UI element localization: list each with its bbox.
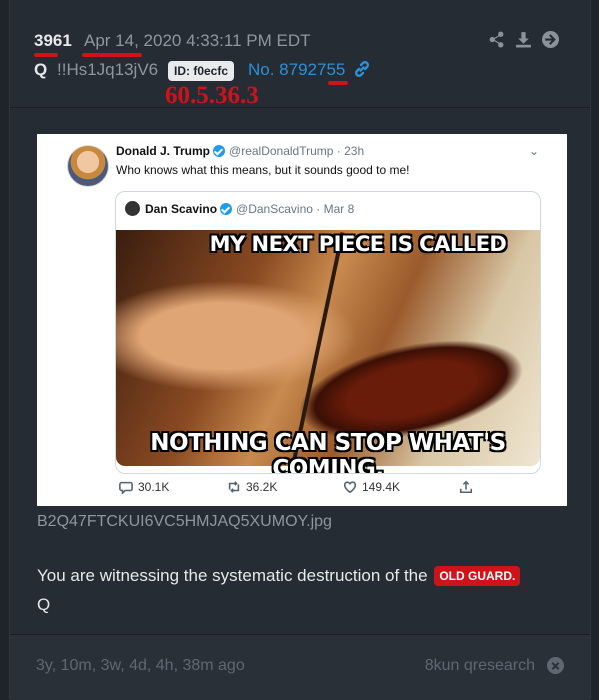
post-number[interactable]: 3961 bbox=[34, 31, 72, 51]
post-signature: Q bbox=[37, 595, 51, 614]
reply-stat: 30.1K bbox=[119, 480, 227, 494]
annotation-underline bbox=[34, 53, 58, 57]
avatar bbox=[67, 145, 109, 187]
post-footer: 3y, 10m, 3w, 4d, 4h, 38m ago 8kun qresea… bbox=[10, 634, 590, 700]
tweet-handle: @realDonaldTrump · 23h bbox=[229, 144, 365, 158]
share-icon[interactable] bbox=[487, 30, 506, 49]
quoted-tweet-author: Dan Scavino @DanScavino · Mar 8 bbox=[125, 201, 354, 216]
annotation-underline bbox=[328, 81, 348, 85]
post-message: You are witnessing the systematic destru… bbox=[37, 566, 521, 586]
tweet-stats: 30.1K 36.2K 149.4K bbox=[119, 480, 519, 494]
message-text: You are witnessing the systematic destru… bbox=[37, 566, 428, 585]
tweet-text: Who knows what this means, but it sounds… bbox=[116, 163, 410, 177]
annotation-underline bbox=[82, 53, 142, 57]
retweet-stat: 36.2K bbox=[227, 480, 343, 494]
retweet-icon bbox=[228, 481, 240, 493]
post-date: Apr 14, 2020 4:33:11 PM EDT bbox=[84, 31, 311, 50]
close-circle-icon[interactable] bbox=[547, 657, 564, 674]
upload-icon bbox=[459, 480, 473, 494]
link-icon[interactable] bbox=[353, 60, 371, 83]
reply-icon bbox=[119, 481, 133, 494]
share-stat bbox=[459, 480, 473, 494]
poster-id-badge[interactable]: ID: f0ecfc bbox=[168, 61, 235, 81]
tweet-screenshot: Donald J. Trump @realDonaldTrump · 23h ⌄ … bbox=[37, 134, 567, 506]
arrow-right-circle-icon[interactable] bbox=[541, 30, 560, 49]
tweet-author: Donald J. Trump @realDonaldTrump · 23h bbox=[116, 144, 365, 158]
meme-top-text: MY NEXT PIECE IS CALLED bbox=[209, 232, 507, 256]
quoted-tweet: Dan Scavino @DanScavino · Mar 8 MY NEXT P… bbox=[115, 191, 541, 474]
like-stat: 149.4K bbox=[343, 480, 459, 494]
post-image[interactable]: Donald J. Trump @realDonaldTrump · 23h ⌄ … bbox=[37, 134, 567, 506]
post-header: 3961 Apr 14, 2020 4:33:11 PM EDT Q !!Hs1… bbox=[10, 0, 590, 109]
post-number-link[interactable]: No. 8792755 bbox=[248, 60, 345, 80]
quoted-tweet-handle: @DanScavino · Mar 8 bbox=[236, 202, 355, 216]
post-card: 3961 Apr 14, 2020 4:33:11 PM EDT Q !!Hs1… bbox=[9, 0, 591, 700]
board-name[interactable]: 8kun qresearch bbox=[425, 657, 535, 675]
post-author: Q bbox=[34, 60, 48, 79]
ip-annotation: 60.5.36.3 bbox=[165, 82, 259, 109]
verified-icon bbox=[213, 145, 226, 157]
tripcode: !!Hs1Jq13jV6 bbox=[57, 60, 159, 79]
meme-image: MY NEXT PIECE IS CALLED NOTHING CAN STOP… bbox=[116, 230, 540, 473]
download-icon[interactable] bbox=[514, 30, 533, 49]
avatar bbox=[125, 201, 140, 216]
verified-icon bbox=[220, 203, 233, 215]
header-actions bbox=[487, 30, 560, 49]
highlight-badge: OLD GUARD. bbox=[434, 566, 521, 586]
image-filename[interactable]: B2Q47FTCKUI6VC5HMJAQ5XUMOY.jpg bbox=[37, 513, 332, 531]
heart-icon bbox=[343, 481, 357, 494]
chevron-down-icon: ⌄ bbox=[528, 144, 539, 158]
meme-bottom-text: NOTHING CAN STOP WHAT'S COMING. bbox=[150, 430, 506, 474]
post-age: 3y, 10m, 3w, 4d, 4h, 38m ago bbox=[36, 657, 245, 674]
